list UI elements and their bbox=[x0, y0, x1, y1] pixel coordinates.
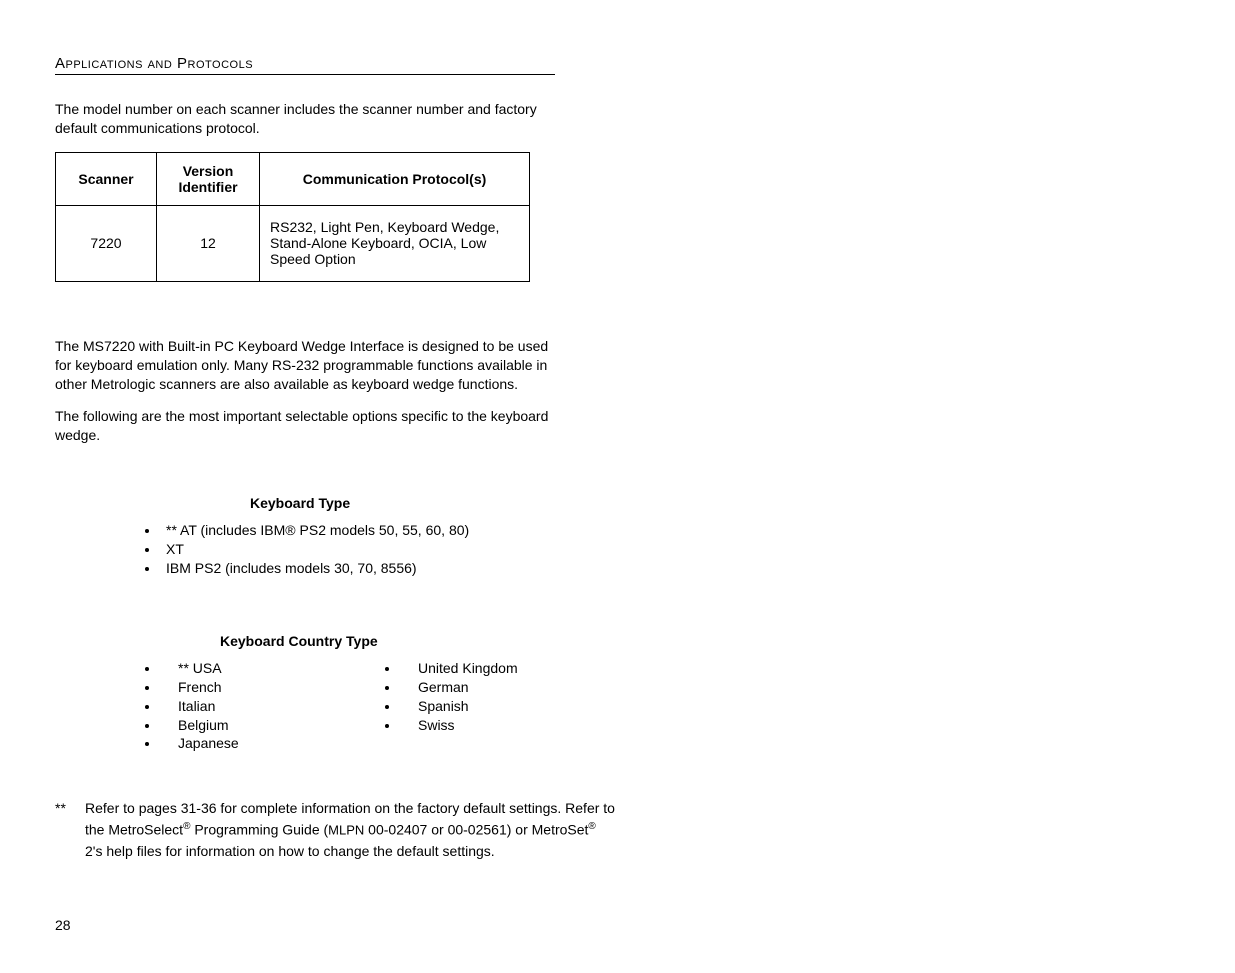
reg-mark-2: ® bbox=[588, 821, 595, 832]
list-item: Swiss bbox=[400, 716, 600, 735]
footnote-marker: ** bbox=[55, 798, 85, 862]
keyboard-country-heading: Keyboard Country Type bbox=[220, 633, 1175, 649]
paragraph-1-text: The MS7220 with Built-in PC Keyboard Wed… bbox=[55, 338, 548, 392]
keyboard-type-heading: Keyboard Type bbox=[250, 495, 1175, 511]
list-item: German bbox=[400, 678, 600, 697]
list-item: United Kingdom bbox=[400, 659, 600, 678]
paragraph-2-text: The following are the most important sel… bbox=[55, 408, 548, 443]
list-item: Italian bbox=[160, 697, 380, 716]
list-item: ** AT (includes IBM® PS2 models 50, 55, … bbox=[160, 521, 1175, 540]
keyboard-country-columns: ** USA French Italian Belgium Japanese U… bbox=[140, 659, 1175, 753]
protocol-table: Scanner Version Identifier Communication… bbox=[55, 152, 530, 282]
th-version: Version Identifier bbox=[157, 152, 260, 205]
country-list-col2: United Kingdom German Spanish Swiss bbox=[380, 659, 600, 735]
list-item: Belgium bbox=[160, 716, 380, 735]
list-item: ** USA bbox=[160, 659, 380, 678]
footnote-mlpn: MLPN bbox=[328, 823, 364, 838]
th-protocols: Communication Protocol(s) bbox=[260, 152, 530, 205]
td-version: 12 bbox=[157, 205, 260, 281]
list-item: Spanish bbox=[400, 697, 600, 716]
paragraph-2: The following are the most important sel… bbox=[55, 407, 555, 445]
list-item: Japanese bbox=[160, 734, 380, 753]
list-item: French bbox=[160, 678, 380, 697]
section-title: Applications and Protocols bbox=[55, 55, 555, 75]
list-item: XT bbox=[160, 540, 1175, 559]
paragraph-1: The MS7220 with Built-in PC Keyboard Wed… bbox=[55, 337, 555, 394]
td-scanner: 7220 bbox=[56, 205, 157, 281]
footnote-part: 00-02407 or 00-02561) or MetroSet bbox=[364, 822, 588, 838]
intro-text: The model number on each scanner include… bbox=[55, 101, 537, 136]
page-number: 28 bbox=[55, 917, 1175, 933]
keyboard-type-list: ** AT (includes IBM® PS2 models 50, 55, … bbox=[140, 521, 1175, 578]
footnote-part: 2's help files for information on how to… bbox=[85, 843, 495, 859]
table-row: 7220 12 RS232, Light Pen, Keyboard Wedge… bbox=[56, 205, 530, 281]
footnote: ** Refer to pages 31-36 for complete inf… bbox=[55, 798, 615, 862]
intro-paragraph: The model number on each scanner include… bbox=[55, 100, 555, 138]
table-header-row: Scanner Version Identifier Communication… bbox=[56, 152, 530, 205]
country-list-col1: ** USA French Italian Belgium Japanese bbox=[140, 659, 380, 753]
list-item: IBM PS2 (includes models 30, 70, 8556) bbox=[160, 559, 1175, 578]
footnote-text: Refer to pages 31-36 for complete inform… bbox=[85, 798, 615, 862]
footnote-part: Programming Guide ( bbox=[190, 822, 328, 838]
section-title-text: Applications and Protocols bbox=[55, 55, 253, 72]
td-protocols: RS232, Light Pen, Keyboard Wedge, Stand-… bbox=[260, 205, 530, 281]
th-scanner: Scanner bbox=[56, 152, 157, 205]
